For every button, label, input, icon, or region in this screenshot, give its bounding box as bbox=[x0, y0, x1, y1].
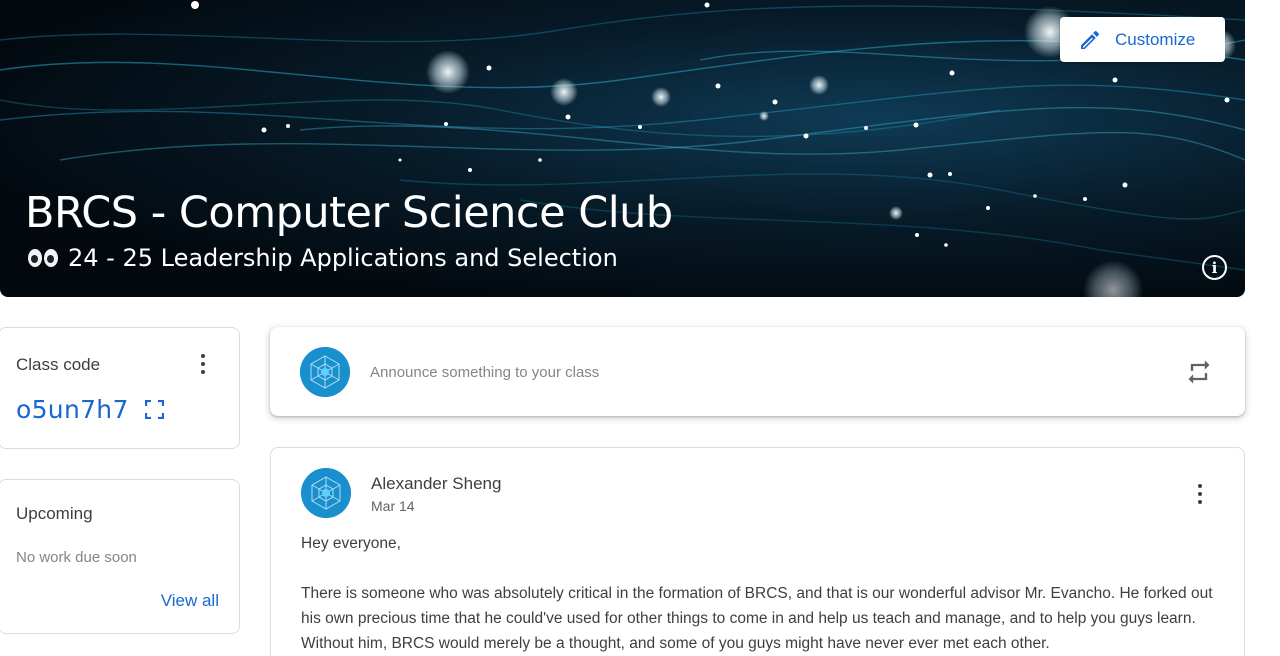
view-all-link[interactable]: View all bbox=[161, 591, 219, 611]
class-code-card: Class code o5un7h7 bbox=[0, 327, 240, 449]
post-card: Alexander Sheng Mar 14 Hey everyone, The… bbox=[270, 447, 1245, 656]
upcoming-label: Upcoming bbox=[16, 504, 93, 523]
post-greeting: Hey everyone, bbox=[301, 535, 401, 552]
post-author: Alexander Sheng bbox=[371, 474, 502, 493]
customize-button[interactable]: Customize bbox=[1060, 17, 1225, 62]
network-avatar-icon bbox=[300, 347, 350, 397]
more-vert-icon[interactable] bbox=[197, 352, 209, 376]
pencil-icon bbox=[1081, 30, 1100, 49]
fullscreen-icon[interactable] bbox=[145, 400, 164, 419]
announce-box[interactable]: Announce something to your class bbox=[270, 327, 1245, 416]
class-code-value: o5un7h7 bbox=[16, 395, 129, 424]
more-vert-icon[interactable] bbox=[1195, 483, 1205, 505]
network-avatar-icon bbox=[301, 468, 351, 518]
repost-icon[interactable] bbox=[1185, 358, 1213, 386]
post-date: Mar 14 bbox=[371, 498, 415, 514]
upcoming-empty-text: No work due soon bbox=[16, 549, 137, 566]
info-icon[interactable]: i bbox=[1202, 255, 1227, 280]
post-body: Hey everyone, There is someone who was a… bbox=[301, 531, 1221, 656]
class-subtitle-text: 24 - 25 Leadership Applications and Sele… bbox=[68, 244, 618, 272]
class-banner: BRCS - Computer Science Club 24 - 25 Lea… bbox=[0, 0, 1245, 297]
customize-label: Customize bbox=[1115, 29, 1196, 49]
eyes-emoji-icon bbox=[28, 249, 58, 267]
post-paragraph: There is someone who was absolutely crit… bbox=[301, 585, 1213, 652]
class-subtitle: 24 - 25 Leadership Applications and Sele… bbox=[28, 244, 618, 272]
announce-placeholder[interactable]: Announce something to your class bbox=[370, 364, 599, 381]
class-code-label: Class code bbox=[16, 355, 101, 374]
upcoming-card: Upcoming No work due soon View all bbox=[0, 479, 240, 634]
avatar bbox=[300, 347, 350, 397]
class-title: BRCS - Computer Science Club bbox=[25, 188, 673, 238]
avatar bbox=[301, 468, 351, 518]
